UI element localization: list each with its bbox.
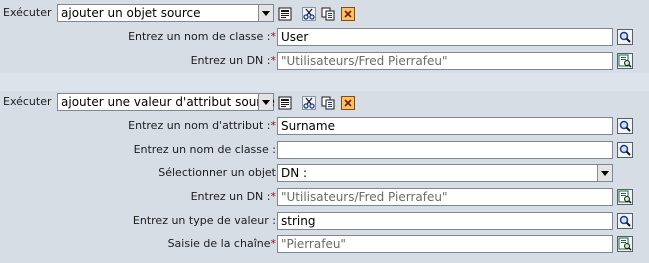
edit-icon[interactable] bbox=[278, 7, 292, 21]
action-row: Exécuter ajouter une valeur d'attribut s… bbox=[0, 92, 649, 112]
chevron-down-icon[interactable] bbox=[597, 165, 612, 181]
class-name-input[interactable] bbox=[277, 141, 613, 159]
chevron-down-icon[interactable] bbox=[258, 5, 273, 21]
object-select-value: DN : bbox=[281, 166, 308, 180]
delete-icon[interactable] bbox=[341, 96, 355, 110]
copy-icon[interactable] bbox=[321, 7, 335, 21]
dn-row: Entrez un DN :* "Utilisateurs/Fred Pierr… bbox=[0, 51, 649, 71]
edit-icon[interactable] bbox=[278, 96, 292, 110]
magnifier-icon bbox=[619, 120, 631, 132]
browse-button[interactable] bbox=[617, 29, 633, 45]
magnifier-icon bbox=[619, 31, 631, 43]
execute-label: Exécuter bbox=[3, 95, 52, 108]
copy-icon[interactable] bbox=[321, 96, 335, 110]
browse-button[interactable] bbox=[617, 118, 633, 134]
dn-row: Entrez un DN :* "Utilisateurs/Fred Pierr… bbox=[0, 187, 649, 207]
action-select[interactable]: ajouter un objet source bbox=[57, 4, 274, 22]
dn-value: "Utilisateurs/Fred Pierrafeu" bbox=[281, 54, 448, 68]
class-name-row: Entrez un nom de classe : bbox=[0, 140, 649, 160]
string-entry-row: Saisie de la chaîne* "Pierrafeu" bbox=[0, 234, 649, 254]
cut-icon[interactable] bbox=[302, 7, 316, 21]
dn-input[interactable]: "Utilisateurs/Fred Pierrafeu" bbox=[277, 188, 613, 206]
required-marker: * bbox=[270, 30, 277, 43]
class-name-input[interactable]: User bbox=[277, 28, 613, 46]
delete-icon[interactable] bbox=[341, 7, 355, 21]
class-name-label: Entrez un nom de classe :* bbox=[128, 30, 276, 43]
value-type-input[interactable]: string bbox=[277, 212, 613, 230]
action-panel-add-source-attribute-value: Exécuter ajouter une valeur d'attribut s… bbox=[0, 91, 649, 263]
chevron-down-icon[interactable] bbox=[258, 94, 273, 110]
action-select-value: ajouter une valeur d'attribut source bbox=[61, 95, 275, 109]
attribute-name-label: Entrez un nom d'attribut :* bbox=[128, 119, 276, 132]
select-object-label: Sélectionner un objet bbox=[158, 166, 276, 179]
required-marker: * bbox=[270, 119, 277, 132]
magnifier-icon bbox=[619, 144, 631, 156]
argument-builder-icon bbox=[618, 54, 632, 68]
object-select[interactable]: DN : bbox=[277, 164, 613, 182]
magnifier-icon bbox=[619, 215, 631, 227]
attribute-name-value: Surname bbox=[281, 119, 335, 133]
value-type-row: Entrez un type de valeur : string bbox=[0, 211, 649, 231]
cut-icon[interactable] bbox=[302, 96, 316, 110]
string-entry-value: "Pierrafeu" bbox=[281, 237, 346, 251]
required-marker: * bbox=[270, 237, 277, 250]
string-entry-label: Saisie de la chaîne* bbox=[167, 237, 277, 250]
required-marker: * bbox=[270, 54, 277, 67]
browse-button[interactable] bbox=[617, 213, 633, 229]
argument-builder-button[interactable] bbox=[617, 189, 633, 205]
class-name-row: Entrez un nom de classe :* User bbox=[0, 27, 649, 47]
dn-input[interactable]: "Utilisateurs/Fred Pierrafeu" bbox=[277, 52, 613, 70]
value-type-value: string bbox=[281, 214, 316, 228]
action-panel-add-source-object: Exécuter ajouter un objet source Entrez … bbox=[0, 0, 649, 73]
browse-button[interactable] bbox=[617, 142, 633, 158]
action-row: Exécuter ajouter un objet source bbox=[0, 3, 649, 23]
class-name-label: Entrez un nom de classe : bbox=[133, 143, 276, 156]
execute-label: Exécuter bbox=[3, 6, 52, 19]
value-type-label: Entrez un type de valeur : bbox=[132, 214, 276, 227]
dn-label: Entrez un DN :* bbox=[190, 190, 277, 203]
argument-builder-icon bbox=[618, 237, 632, 251]
dn-value: "Utilisateurs/Fred Pierrafeu" bbox=[281, 190, 448, 204]
argument-builder-icon bbox=[618, 190, 632, 204]
select-object-row: Sélectionner un objet DN : bbox=[0, 163, 649, 183]
required-marker: * bbox=[270, 190, 277, 203]
action-select[interactable]: ajouter une valeur d'attribut source bbox=[57, 93, 275, 111]
section-separator bbox=[0, 73, 649, 91]
dn-label: Entrez un DN :* bbox=[190, 54, 277, 67]
string-entry-input[interactable]: "Pierrafeu" bbox=[277, 235, 613, 253]
class-name-value: User bbox=[281, 30, 309, 44]
action-select-value: ajouter un objet source bbox=[61, 6, 201, 20]
attribute-name-row: Entrez un nom d'attribut :* Surname bbox=[0, 116, 649, 136]
argument-builder-button[interactable] bbox=[617, 53, 633, 69]
attribute-name-input[interactable]: Surname bbox=[277, 117, 613, 135]
argument-builder-button[interactable] bbox=[617, 236, 633, 252]
